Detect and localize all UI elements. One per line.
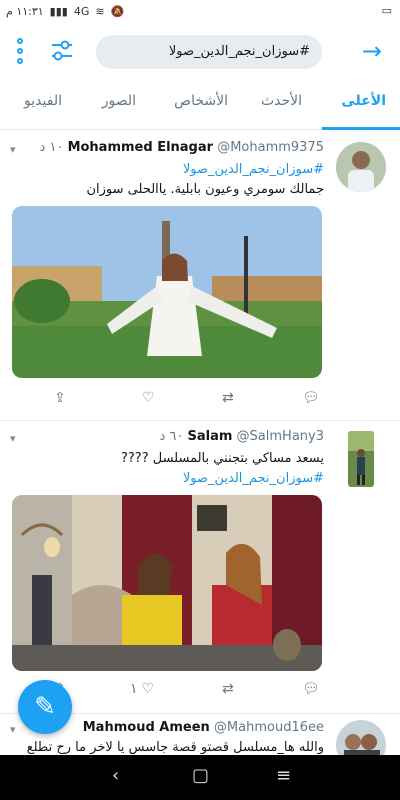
- more-vertical-icon[interactable]: [14, 38, 26, 64]
- tweet-time: ١٠ د: [39, 140, 64, 155]
- wifi-icon: ≋: [95, 5, 105, 18]
- tweet[interactable]: Mohammed Elnagar @Mohamm9375 ١٠ د ▾ #سوز…: [0, 130, 400, 421]
- retweet-button[interactable]: ⇄: [222, 681, 238, 697]
- author-name[interactable]: Mohammed Elnagar: [68, 140, 214, 155]
- retweet-icon: ⇄: [222, 390, 234, 406]
- avatar-image: [336, 142, 386, 192]
- tweet-header: Mohammed Elnagar @Mohamm9375 ١٠ د: [10, 140, 324, 160]
- nav-menu-icon[interactable]: ≡: [276, 765, 291, 786]
- like-button[interactable]: ١ ♡: [130, 681, 154, 697]
- tweet-text: والله ها_مسلسل قصتو قصة جاسس يا لاخر ما …: [26, 740, 324, 755]
- tweet-photo-image: [12, 495, 322, 671]
- nav-home-icon[interactable]: ▢: [192, 765, 209, 786]
- system-nav-bar: ‹ ▢ ≡: [0, 755, 400, 800]
- tweet-photo-image: [12, 206, 322, 378]
- avatar-image: [348, 431, 374, 487]
- like-icon: ♡: [141, 681, 155, 697]
- like-button[interactable]: ♡: [142, 390, 159, 406]
- tab-latest[interactable]: الأحدث: [261, 93, 302, 109]
- retweet-icon: ⇄: [222, 681, 234, 697]
- chevron-down-icon[interactable]: ▾: [10, 143, 16, 156]
- like-count: ١: [130, 681, 138, 697]
- search-header: #سوزان_نجم_الدين_صولا →: [0, 28, 400, 78]
- compose-icon: ✎: [34, 692, 56, 722]
- status-bar: ١١:٣١ م ▮▮▮ 4G ≋ 🔕 ▭: [0, 0, 400, 24]
- tweet-hashtag[interactable]: #سوزان_نجم_الدين_صولا: [12, 162, 324, 177]
- nav-back-icon[interactable]: ‹: [112, 765, 119, 786]
- author-handle[interactable]: @SalmHany3: [237, 429, 324, 444]
- filter-icon[interactable]: [50, 38, 74, 64]
- compose-button[interactable]: ✎: [18, 680, 72, 734]
- tweet-actions: ⇪ ١♡ ⇄ 💬︎: [54, 681, 334, 705]
- tab-top[interactable]: الأعلى: [341, 93, 386, 109]
- search-tabs: الأعلى الأحدث الأشخاص الصور الفيديو: [0, 85, 400, 130]
- tweet-photo[interactable]: [12, 206, 322, 378]
- tweet-header: Salam @SalmHany3 ٦٠ د: [10, 429, 324, 449]
- back-arrow-icon[interactable]: →: [362, 38, 382, 64]
- tweet-text: يسعد مساكي بتجنني بالمسلسل ????: [121, 451, 324, 466]
- battery-icon: ▭: [381, 4, 392, 17]
- tweet-time: ٦٠ د: [159, 429, 184, 444]
- like-icon: ♡: [142, 390, 155, 406]
- avatar[interactable]: [336, 720, 386, 755]
- tweet-hashtag[interactable]: #سوزان_نجم_الدين_صولا: [12, 471, 324, 486]
- avatar-image: [336, 720, 386, 755]
- author-name[interactable]: Salam: [187, 429, 232, 444]
- retweet-button[interactable]: ⇄: [222, 390, 238, 406]
- share-icon[interactable]: ⇪: [54, 390, 66, 406]
- mute-icon: 🔕: [110, 5, 125, 18]
- tweet-text: جمالك سومري وعيون بابلية. ياالحلى سوزان: [86, 182, 325, 197]
- tweet-photo[interactable]: [12, 495, 322, 671]
- reply-icon[interactable]: 💬︎: [302, 390, 320, 406]
- tweet[interactable]: Salam @SalmHany3 ٦٠ د ▾ يسعد مساكي بتجنن…: [0, 421, 400, 714]
- tab-videos[interactable]: الفيديو: [24, 93, 62, 109]
- status-time: ١١:٣١ م: [6, 5, 44, 18]
- author-handle[interactable]: @Mahmoud16ee: [214, 720, 324, 735]
- signal-icon: ▮▮▮: [49, 5, 68, 18]
- author-name[interactable]: Mahmoud Ameen: [83, 720, 210, 735]
- author-handle[interactable]: @Mohamm9375: [217, 140, 324, 155]
- avatar[interactable]: [348, 431, 374, 487]
- reply-icon[interactable]: 💬︎: [302, 681, 320, 697]
- chevron-down-icon[interactable]: ▾: [10, 432, 16, 445]
- network-type: 4G: [73, 5, 90, 18]
- avatar[interactable]: [336, 142, 386, 192]
- tab-photos[interactable]: الصور: [102, 93, 136, 109]
- search-input[interactable]: #سوزان_نجم_الدين_صولا: [96, 35, 322, 69]
- tab-people[interactable]: الأشخاص: [174, 93, 228, 109]
- chevron-down-icon[interactable]: ▾: [10, 723, 16, 736]
- tweet-actions: ⇪ ♡ ⇄ 💬︎: [54, 390, 334, 414]
